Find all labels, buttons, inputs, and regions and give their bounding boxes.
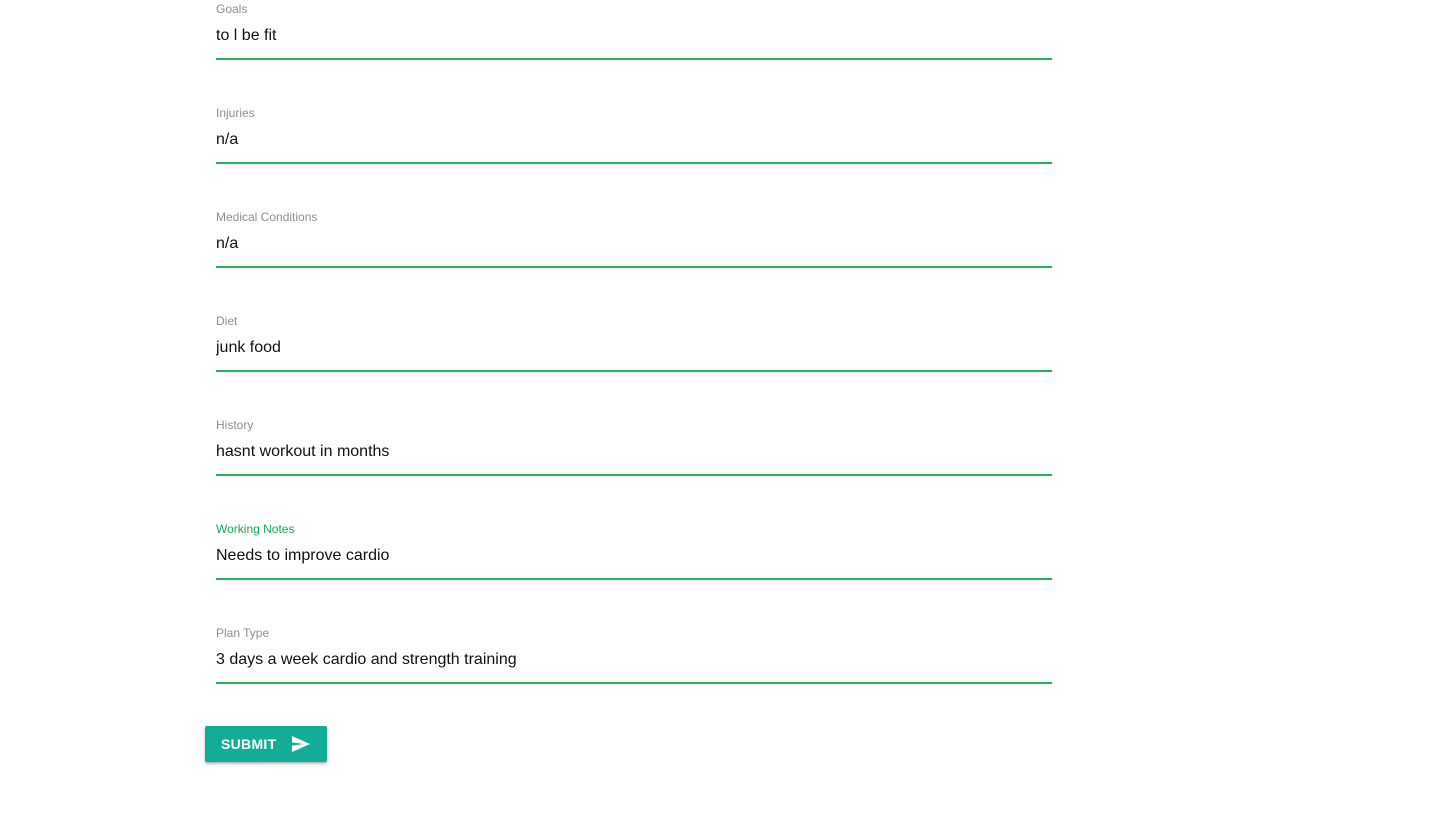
medical-conditions-underline [216,266,1052,268]
diet-label: Diet [216,314,238,328]
submit-button[interactable]: SUBMIT [205,726,327,762]
diet-underline [216,370,1052,372]
plan-type-input[interactable] [216,648,1052,672]
goals-label: Goals [216,2,248,16]
plan-type-label: Plan Type [216,626,270,640]
medical-conditions-field: Medical Conditions [216,208,1052,268]
diet-field: Diet [216,312,1052,372]
submit-label: SUBMIT [221,736,277,752]
medical-conditions-input[interactable] [216,232,1052,256]
injuries-underline [216,162,1052,164]
plan-type-field: Plan Type [216,624,1052,684]
goals-input[interactable] [216,24,1052,48]
working-notes-underline [216,578,1052,580]
injuries-input[interactable] [216,128,1052,152]
injuries-label: Injuries [216,106,255,120]
goals-field: Goals [216,0,1052,60]
plan-type-underline [216,682,1052,684]
history-field: History [216,416,1052,476]
history-input[interactable] [216,440,1052,464]
goals-underline [216,58,1052,60]
history-underline [216,474,1052,476]
diet-input[interactable] [216,336,1052,360]
working-notes-input[interactable] [216,544,1052,568]
working-notes-label: Working Notes [216,522,295,536]
medical-conditions-label: Medical Conditions [216,210,318,224]
injuries-field: Injuries [216,104,1052,164]
history-label: History [216,418,254,432]
send-icon [291,735,311,753]
working-notes-field: Working Notes [216,520,1052,580]
